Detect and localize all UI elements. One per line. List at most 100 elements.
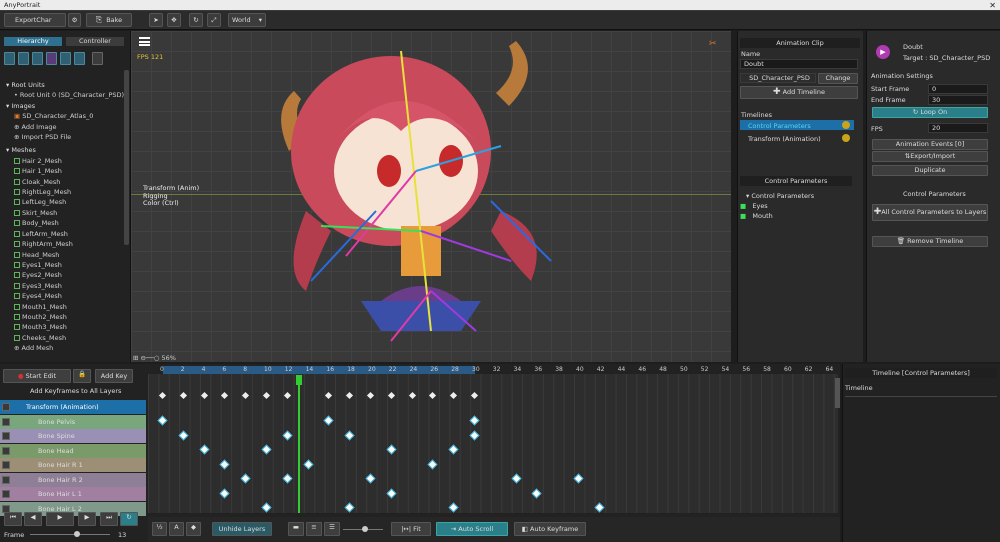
visibility-toggle-icon[interactable]: [2, 490, 10, 498]
playhead-handle[interactable]: [296, 375, 302, 385]
layer-row[interactable]: Bone Hair R 2: [0, 472, 146, 487]
mesh-item[interactable]: RightArm_Mesh: [6, 239, 124, 249]
root-units-header[interactable]: ▾ Root Units: [6, 80, 124, 90]
timeline-item-cp[interactable]: Control Parameters: [748, 122, 811, 130]
add-all-layers-button[interactable]: Add Keyframes to All Layers: [30, 387, 121, 395]
mesh-item[interactable]: Hair 2_Mesh: [6, 156, 124, 166]
mesh-item[interactable]: Eyes2_Mesh: [6, 270, 124, 280]
viewport[interactable]: FPS 121 Transform (Anim) Rigging Color (…: [131, 31, 731, 362]
gear-icon[interactable]: ⚙: [68, 13, 81, 27]
fps-field[interactable]: 20: [928, 123, 988, 133]
name-field[interactable]: Doubt: [740, 59, 858, 69]
zoom-slider-handle[interactable]: [362, 526, 368, 532]
mesh-item[interactable]: Eyes3_Mesh: [6, 281, 124, 291]
change-button[interactable]: Change: [818, 73, 858, 84]
end-frame-field[interactable]: 30: [928, 95, 988, 105]
visibility-icon[interactable]: [842, 121, 850, 129]
mesh-item[interactable]: Eyes4_Mesh: [6, 291, 124, 301]
image-item[interactable]: ▣ SD_Character_Atlas_0: [6, 111, 124, 121]
sort-alpha-icon[interactable]: A: [169, 522, 184, 536]
bone-filter-icon[interactable]: [46, 52, 57, 65]
visibility-toggle-icon[interactable]: [2, 432, 10, 440]
lock-icon[interactable]: 🔒: [73, 369, 91, 383]
image-filter-icon[interactable]: [18, 52, 29, 65]
timeline-scrollbar[interactable]: [835, 378, 840, 408]
mesh-item[interactable]: Head_Mesh: [6, 250, 124, 260]
frame-slider[interactable]: [30, 534, 110, 535]
mesh-item[interactable]: RightLeg_Mesh: [6, 187, 124, 197]
cp-group[interactable]: ▾ Control Parameters: [746, 192, 814, 200]
last-frame-icon[interactable]: ⏭: [100, 512, 118, 526]
mesh-item[interactable]: Body_Mesh: [6, 218, 124, 228]
root-unit-item[interactable]: • Root Unit 0 (SD_Character_PSD): [6, 90, 124, 100]
auto-scroll-button[interactable]: ⇥ Auto Scroll: [436, 522, 508, 536]
play-icon[interactable]: ▶: [46, 512, 74, 526]
unhide-layers-button[interactable]: Unhide Layers: [212, 522, 272, 536]
layer-row[interactable]: Bone Hair R 1: [0, 458, 146, 472]
images-header[interactable]: ▾ Images: [6, 101, 124, 111]
cp-item-mouth[interactable]: ■ Mouth: [740, 212, 773, 220]
mesh-item[interactable]: Hair 1_Mesh: [6, 166, 124, 176]
fit-button[interactable]: |↔| Fit: [391, 522, 431, 536]
playhead[interactable]: [298, 375, 300, 513]
export-import-button[interactable]: ⇅Export/Import: [872, 151, 988, 162]
first-frame-icon[interactable]: ⏮: [4, 512, 22, 526]
layer-icon[interactable]: ◆: [186, 522, 201, 536]
sort-num-icon[interactable]: ½: [152, 522, 167, 536]
mesh-item[interactable]: Mouth3_Mesh: [6, 322, 124, 332]
loop-icon[interactable]: ↻: [120, 512, 138, 526]
space-dropdown[interactable]: World ▾: [228, 13, 266, 27]
remove-timeline-button[interactable]: 🗑 Remove Timeline: [872, 236, 988, 247]
add-timeline-button[interactable]: ✚ Add Timeline: [740, 86, 858, 99]
layer-row[interactable]: Bone Spine: [0, 429, 146, 443]
close-icon[interactable]: ✕: [989, 0, 996, 11]
select-tool-icon[interactable]: ➤: [149, 13, 163, 27]
visibility-toggle-icon[interactable]: [2, 417, 10, 426]
rotate-tool-icon[interactable]: ↻: [189, 13, 203, 27]
mesh-item[interactable]: Eyes1_Mesh: [6, 260, 124, 270]
all-cp-to-layers-button[interactable]: ✚All Control Parameters to Layers: [872, 204, 988, 221]
import-psd-item[interactable]: ⊕ Import PSD File: [6, 132, 124, 142]
layer-row[interactable]: Bone Head: [0, 443, 146, 458]
mesh-item[interactable]: Cheeks_Mesh: [6, 333, 124, 343]
zoom-small-icon[interactable]: ▬: [288, 522, 304, 536]
start-frame-field[interactable]: 0: [928, 84, 988, 94]
mesh-item[interactable]: Mouth2_Mesh: [6, 312, 124, 322]
add-key-button[interactable]: Add Key: [95, 369, 133, 383]
auto-keyframe-button[interactable]: ◧ Auto Keyframe: [514, 522, 586, 536]
export-dropdown[interactable]: ExportChar: [4, 13, 66, 27]
scrollbar[interactable]: [124, 70, 129, 245]
tab-controller[interactable]: Controller: [66, 37, 124, 46]
add-mesh-item[interactable]: ⊕ Add Mesh: [6, 343, 124, 353]
bake-button[interactable]: ⎘ Bake: [86, 13, 132, 27]
frame-ruler[interactable]: 0 2 4 6 8 10 12 14 16 18 20 22 24 26 28 30 32 34 36 38 40 42 4…: [160, 366, 840, 374]
visibility-toggle-icon[interactable]: [2, 403, 10, 411]
mesh-item[interactable]: LeftArm_Mesh: [6, 229, 124, 239]
add-image-item[interactable]: ⊕ Add Image: [6, 122, 124, 132]
frame-slider-handle[interactable]: [74, 531, 80, 537]
visibility-toggle-icon[interactable]: [2, 446, 10, 455]
root-filter-icon[interactable]: [4, 52, 15, 65]
zoom-medium-icon[interactable]: ≡: [306, 522, 322, 536]
prev-frame-icon[interactable]: ◀: [24, 512, 42, 526]
meshes-header[interactable]: ▾ Meshes: [6, 145, 124, 155]
cp-item-eyes[interactable]: ■ Eyes: [740, 202, 768, 210]
mesh-item[interactable]: Skirt_Mesh: [6, 208, 124, 218]
visibility-toggle-icon[interactable]: [2, 461, 10, 469]
mesh-item[interactable]: Cloak_Mesh: [6, 177, 124, 187]
tab-hierarchy[interactable]: Hierarchy: [4, 37, 62, 46]
visibility-icon[interactable]: [842, 134, 850, 142]
sort-icon[interactable]: [92, 52, 103, 65]
duplicate-button[interactable]: Duplicate: [872, 165, 988, 176]
move-tool-icon[interactable]: ✥: [167, 13, 181, 27]
bone-edit-icon[interactable]: ✂: [709, 39, 717, 49]
mesh-item[interactable]: LeftLeg_Mesh: [6, 197, 124, 207]
mesh-filter-icon[interactable]: [32, 52, 43, 65]
anim-filter-icon[interactable]: [74, 52, 85, 65]
timeline-item-transform[interactable]: Transform (Animation): [748, 135, 821, 143]
modifier-filter-icon[interactable]: [60, 52, 71, 65]
start-edit-button[interactable]: ● Start Edit: [3, 369, 71, 383]
keyframe-grid[interactable]: [148, 374, 838, 513]
layer-timeline[interactable]: Transform (Animation): [0, 400, 146, 414]
visibility-toggle-icon[interactable]: [2, 475, 10, 484]
